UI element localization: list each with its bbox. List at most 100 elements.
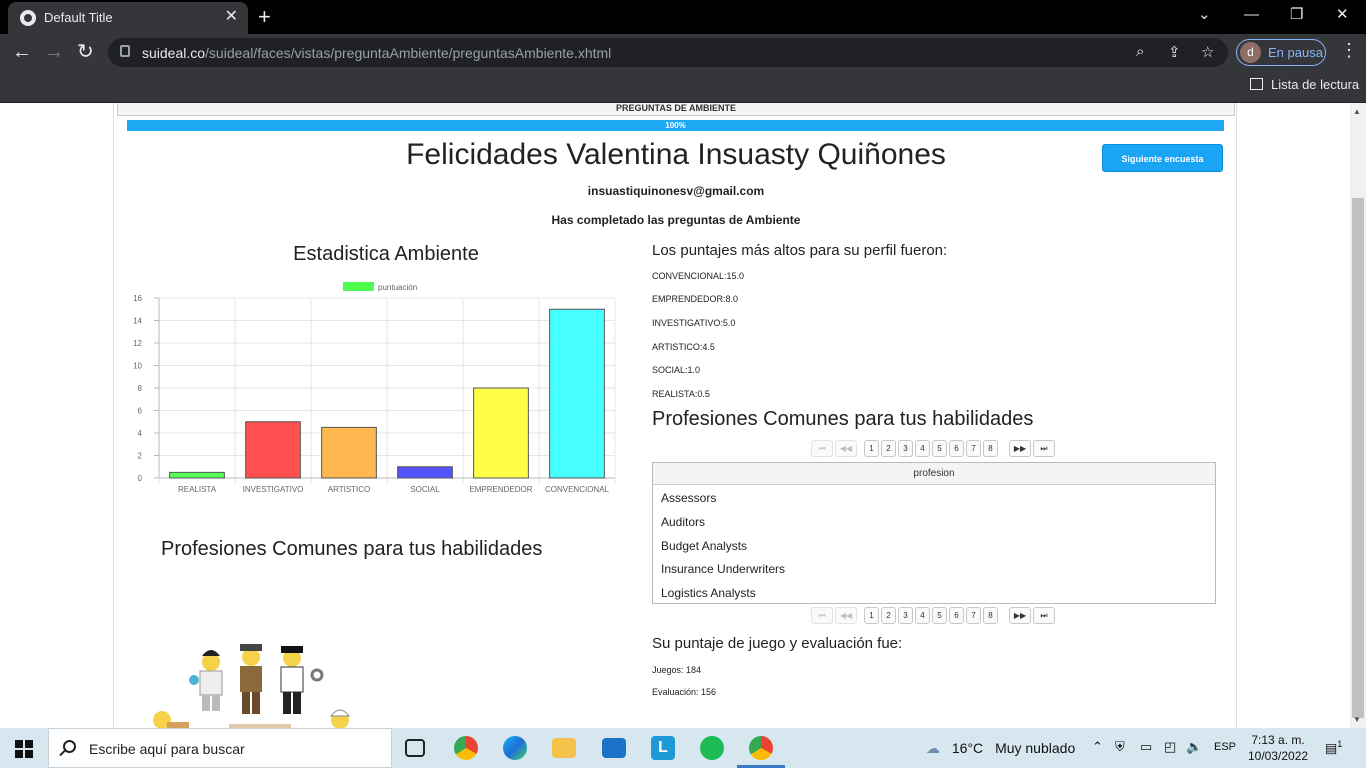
chevron-up-icon[interactable]: ⌃ bbox=[1092, 739, 1103, 755]
score-item: INVESTIGATIVO:5.0 bbox=[652, 318, 736, 328]
mail-icon[interactable] bbox=[602, 738, 626, 758]
globe-icon bbox=[20, 10, 36, 26]
y-tick-label: 4 bbox=[138, 429, 143, 438]
battery-icon[interactable]: ▭ bbox=[1140, 739, 1152, 755]
back-button[interactable]: ← bbox=[12, 41, 32, 63]
reload-button[interactable]: ↻ bbox=[77, 41, 94, 63]
tab-close-icon[interactable]: ✕ bbox=[225, 8, 238, 26]
x-tick-label: INVESTIGATIVO bbox=[243, 485, 304, 494]
y-tick-label: 10 bbox=[133, 362, 142, 371]
profile-status: En pausa bbox=[1268, 45, 1323, 60]
app-l-icon[interactable]: L bbox=[651, 736, 675, 760]
url-text[interactable]: suideal.co/suideal/faces/vistas/pregunta… bbox=[142, 45, 611, 61]
browser-tab[interactable]: Default Title ✕ bbox=[8, 2, 248, 34]
first-page-button[interactable]: ⏮ bbox=[811, 440, 833, 457]
page-button-1[interactable]: 1 bbox=[864, 440, 879, 457]
page-button-8[interactable]: 8 bbox=[983, 440, 998, 457]
page-button-4[interactable]: 4 bbox=[915, 607, 930, 624]
user-email: insuastiquinonesv@gmail.com bbox=[587, 184, 765, 198]
avatar: d bbox=[1240, 42, 1261, 63]
notifications-icon[interactable]: ▤1 bbox=[1325, 739, 1342, 756]
windows-taskbar: Escribe aquí para buscar L ☁ 16°C Muy nu… bbox=[0, 728, 1366, 768]
y-tick-label: 16 bbox=[133, 294, 142, 303]
chart-bar bbox=[473, 387, 529, 479]
page-button-7[interactable]: 7 bbox=[966, 440, 981, 457]
lock-icon bbox=[120, 45, 130, 57]
professions-left-title: Profesiones Comunes para tus habilidades bbox=[161, 538, 543, 560]
scroll-up-icon[interactable]: ▲ bbox=[1353, 107, 1361, 116]
page-button-4[interactable]: 4 bbox=[915, 440, 930, 457]
chrome-profile-icon[interactable] bbox=[749, 736, 773, 760]
page-button-2[interactable]: 2 bbox=[881, 607, 896, 624]
professions-right-title: Profesiones Comunes para tus habilidades bbox=[652, 408, 1034, 430]
page-button-5[interactable]: 5 bbox=[932, 440, 947, 457]
reading-list-button[interactable]: Lista de lectura bbox=[1250, 77, 1359, 92]
page-button-3[interactable]: 3 bbox=[898, 607, 913, 624]
scroll-down-icon[interactable]: ▼ bbox=[1353, 715, 1361, 724]
table-row[interactable]: Budget Analysts bbox=[661, 539, 747, 553]
temperature: 16°C bbox=[951, 740, 984, 756]
page-scrollbar[interactable]: ▲ ▼ bbox=[1350, 103, 1366, 728]
page-button-6[interactable]: 6 bbox=[949, 440, 964, 457]
defender-icon[interactable]: ⛨ bbox=[1115, 739, 1125, 755]
congratulations-title: Felicidades Valentina Insuasty Quiñones bbox=[406, 138, 946, 171]
restore-button[interactable]: ❐ bbox=[1290, 6, 1303, 24]
forward-button[interactable]: → bbox=[44, 41, 64, 63]
last-page-button[interactable]: ⏭ bbox=[1033, 607, 1055, 624]
page-button-2[interactable]: 2 bbox=[881, 440, 896, 457]
table-row[interactable]: Auditors bbox=[661, 515, 705, 529]
score-item: REALISTA:0.5 bbox=[652, 389, 710, 399]
volume-icon[interactable]: 🔈 bbox=[1186, 739, 1202, 755]
chrome-icon[interactable] bbox=[454, 736, 478, 760]
tab-search-icon[interactable]: ⌄ bbox=[1198, 6, 1211, 24]
clock[interactable]: 7:13 a. m. 10/03/2022 bbox=[1248, 732, 1308, 764]
last-page-button[interactable]: ⏭ bbox=[1033, 440, 1055, 457]
edge-icon[interactable] bbox=[503, 736, 527, 760]
next-page-button[interactable]: ▶▶ bbox=[1009, 440, 1031, 457]
task-view-icon[interactable] bbox=[405, 739, 425, 757]
page-button-8[interactable]: 8 bbox=[983, 607, 998, 624]
menu-icon[interactable]: ⋮ bbox=[1340, 40, 1358, 61]
prev-page-button[interactable]: ◀◀ bbox=[835, 607, 857, 624]
legend-label: puntuación bbox=[378, 283, 417, 292]
zoom-icon[interactable]: ⌕ bbox=[1136, 43, 1144, 60]
close-window-button[interactable]: ✕ bbox=[1336, 6, 1349, 24]
bookmark-star-icon[interactable]: ☆ bbox=[1201, 43, 1214, 61]
y-tick-label: 2 bbox=[138, 452, 143, 461]
first-page-button[interactable]: ⏮ bbox=[811, 607, 833, 624]
page-button-1[interactable]: 1 bbox=[864, 607, 879, 624]
page-button-7[interactable]: 7 bbox=[966, 607, 981, 624]
page-button-3[interactable]: 3 bbox=[898, 440, 913, 457]
legend-swatch bbox=[343, 282, 374, 291]
score-item: EMPRENDEDOR:8.0 bbox=[652, 294, 739, 304]
games-score: Juegos: 184 bbox=[652, 665, 702, 675]
next-page-button[interactable]: ▶▶ bbox=[1009, 607, 1031, 624]
title-bar: Default Title ✕ + ⌄ — ❐ ✕ bbox=[0, 0, 1366, 34]
scrollbar-thumb[interactable] bbox=[1352, 198, 1364, 718]
chart-bar bbox=[549, 308, 605, 479]
new-tab-button[interactable]: + bbox=[258, 4, 271, 30]
time: 7:13 a. m. bbox=[1251, 733, 1305, 747]
x-tick-label: EMPRENDEDOR bbox=[469, 485, 532, 494]
page-viewport: PREGUNTAS DE AMBIENTE 100% Felicidades V… bbox=[0, 103, 1350, 728]
address-bar[interactable]: suideal.co/suideal/faces/vistas/pregunta… bbox=[108, 38, 1228, 67]
next-survey-button[interactable]: Siguiente encuesta bbox=[1102, 144, 1223, 172]
language-indicator[interactable]: ESP bbox=[1214, 741, 1236, 753]
meet-icon[interactable]: ◰ bbox=[1164, 739, 1176, 755]
file-explorer-icon[interactable] bbox=[552, 738, 576, 758]
share-icon[interactable]: ⇪ bbox=[1168, 43, 1181, 61]
table-row[interactable]: Assessors bbox=[661, 491, 716, 505]
prev-page-button[interactable]: ◀◀ bbox=[835, 440, 857, 457]
windows-start-icon[interactable] bbox=[15, 740, 33, 758]
spotify-icon[interactable] bbox=[700, 736, 724, 760]
table-header[interactable]: profesion bbox=[653, 463, 1215, 485]
profile-button[interactable]: d En pausa bbox=[1236, 39, 1326, 66]
taskbar-search-input[interactable]: Escribe aquí para buscar bbox=[48, 728, 392, 768]
page-button-5[interactable]: 5 bbox=[932, 607, 947, 624]
score-item: ARTISTICO:4.5 bbox=[652, 342, 715, 352]
table-row[interactable]: Logistics Analysts bbox=[661, 586, 756, 600]
table-row[interactable]: Insurance Underwriters bbox=[661, 562, 785, 576]
minimize-button[interactable]: — bbox=[1244, 6, 1259, 24]
page-button-6[interactable]: 6 bbox=[949, 607, 964, 624]
weather-widget[interactable]: ☁ 16°C Muy nublado bbox=[926, 740, 1075, 757]
